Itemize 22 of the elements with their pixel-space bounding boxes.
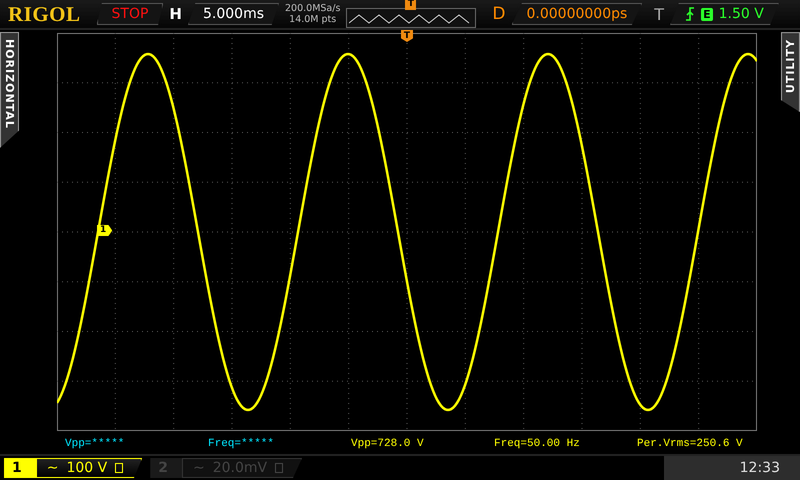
trigger-setting[interactable]: E 1.50 V [670,3,779,25]
horizontal-label: H [169,5,182,23]
measurement-reading: Vpp=***** [65,438,126,450]
trigger-label: T [654,4,664,24]
trigger-marker: T [401,30,413,42]
utility-tab[interactable]: UTILITY [781,32,800,112]
sample-rate: 200.0MSa/s [285,3,340,14]
clock: 12:33 [740,460,780,476]
timebase-field[interactable]: 5.000ms [188,3,279,25]
brand-logo: RIGOL [8,2,81,26]
measurement-reading: Freq=***** [208,438,276,450]
trigger-level: 1.50 V [718,6,764,22]
delay-label: D [492,4,506,24]
run-stop-button[interactable]: STOP [96,3,164,25]
horizontal-tab[interactable]: HORIZONTAL [0,32,19,148]
measurement-reading: Per.Vrms=250.6 V [637,438,744,450]
measurement-reading: Freq=50.00 Hz [494,438,581,450]
trigger-source-badge: E [701,8,713,20]
measurement-reading: Vpp=728.0 V [351,438,425,450]
channel-marker: 1 [97,225,112,236]
delay-field[interactable]: 0.00000000ps [512,3,642,25]
memory-depth: 14.0M pts [289,14,336,25]
